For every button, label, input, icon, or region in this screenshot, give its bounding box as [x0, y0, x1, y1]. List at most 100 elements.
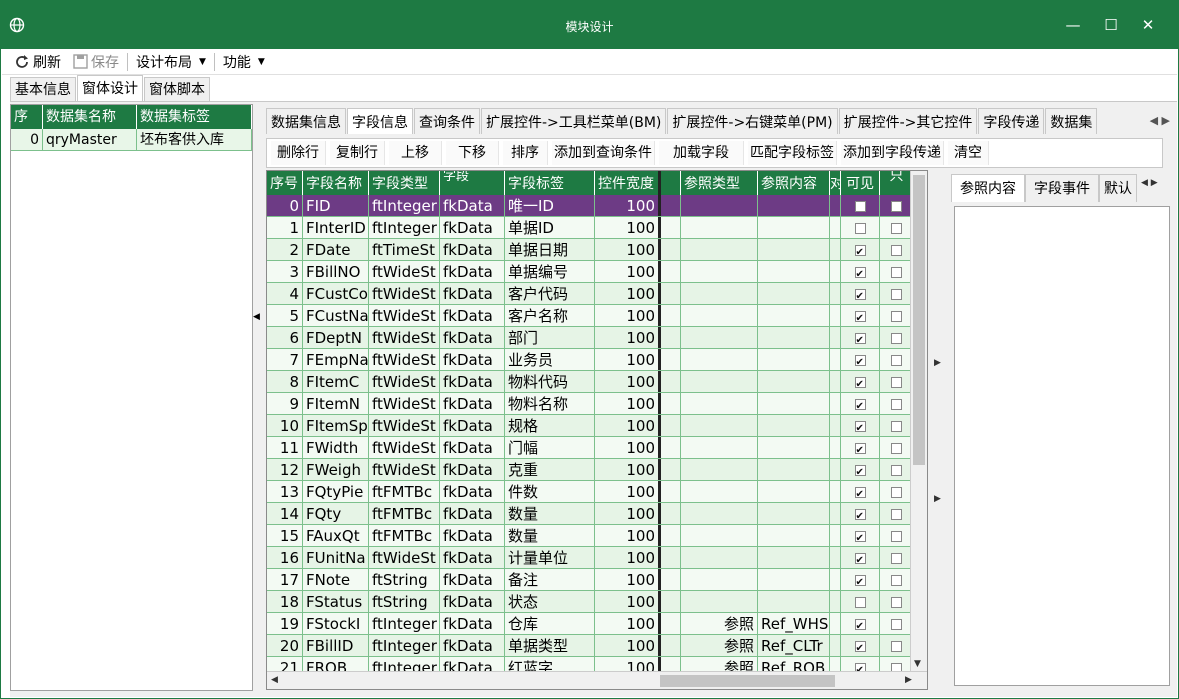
field-grid-vscrollbar[interactable]: ▼ [910, 171, 927, 671]
expand-right-icon[interactable]: ▶ [934, 494, 941, 504]
col-header-ref-content[interactable]: 参照内容 [758, 171, 830, 195]
readonly-checkbox[interactable] [891, 267, 902, 278]
table-row[interactable]: 14 FQty ftFMTBc fkData 数量 100 [267, 503, 927, 525]
col-header-blank[interactable] [661, 171, 681, 195]
col-header-field-type[interactable]: 字段类型 [369, 171, 440, 195]
visible-checkbox[interactable] [854, 330, 866, 348]
table-row[interactable]: 5 FCustNa ftWideSt fkData 客户名称 100 [267, 305, 927, 327]
table-row[interactable]: 8 FItemC ftWideSt fkData 物料代码 100 [267, 371, 927, 393]
visible-checkbox[interactable] [854, 201, 866, 212]
col-header-control-width[interactable]: 控件宽度 [595, 171, 661, 195]
readonly-checkbox[interactable] [891, 377, 902, 388]
table-row[interactable]: 2 FDate ftTimeSt fkData 单据日期 100 [267, 239, 927, 261]
tab-ref-content[interactable]: 参照内容 [951, 174, 1025, 202]
reference-content-area[interactable] [954, 206, 1170, 686]
vscroll-thumb[interactable] [913, 175, 925, 465]
table-row[interactable]: 20 FBillID ftInteger fkData 单据类型 100 参照 Ref_CLT… [267, 635, 927, 657]
minimize-button[interactable]: — [1058, 11, 1088, 39]
tab-query-conditions[interactable]: 查询条件 [414, 108, 480, 134]
visible-checkbox[interactable] [854, 264, 866, 282]
col-header-ref-type[interactable]: 参照类型 [681, 171, 758, 195]
col-header-align[interactable]: 对 [830, 171, 841, 195]
table-row[interactable]: 12 FWeigh ftWideSt fkData 克重 100 [267, 459, 927, 481]
readonly-checkbox[interactable] [891, 531, 902, 542]
readonly-checkbox[interactable] [891, 223, 902, 234]
readonly-checkbox[interactable] [891, 443, 902, 454]
table-row[interactable]: 15 FAuxQt ftFMTBc fkData 数量 100 [267, 525, 927, 547]
refresh-button[interactable]: 刷新 [8, 51, 67, 73]
table-row[interactable]: 11 FWidth ftWideSt fkData 门幅 100 [267, 437, 927, 459]
visible-checkbox[interactable] [854, 242, 866, 260]
visible-checkbox[interactable] [854, 572, 866, 590]
visible-checkbox[interactable] [854, 597, 866, 608]
field-grid-hscrollbar[interactable]: ◀ ▶ [267, 671, 927, 689]
table-row[interactable]: 4 FCustCo ftWideSt fkData 客户代码 100 [267, 283, 927, 305]
match-field-labels-button[interactable]: 匹配字段标签 [748, 141, 837, 165]
readonly-checkbox[interactable] [891, 311, 902, 322]
maximize-button[interactable]: ☐ [1096, 11, 1126, 39]
tab-form-design[interactable]: 窗体设计 [77, 75, 143, 101]
tab-dataset-info[interactable]: 数据集信息 [266, 108, 346, 134]
tab-field-events[interactable]: 字段事件 [1025, 174, 1099, 202]
move-up-button[interactable]: 上移 [389, 141, 442, 165]
readonly-checkbox[interactable] [891, 355, 902, 366]
table-row[interactable]: 9 FItemN ftWideSt fkData 物料名称 100 [267, 393, 927, 415]
readonly-checkbox[interactable] [891, 245, 902, 256]
close-button[interactable]: ✕ [1133, 11, 1163, 39]
readonly-checkbox[interactable] [891, 641, 902, 652]
visible-checkbox[interactable] [854, 550, 866, 568]
save-button[interactable]: 保存 [67, 51, 125, 73]
tab-scroll-arrows-icon[interactable]: ◀ ▶ [1141, 178, 1158, 202]
table-row[interactable]: 6 FDeptN ftWideSt fkData 部门 100 [267, 327, 927, 349]
readonly-checkbox[interactable] [891, 399, 902, 410]
right-splitter[interactable]: ▶ ▶ [930, 170, 944, 690]
expand-right-icon[interactable]: ▶ [934, 358, 941, 368]
collapse-left-icon[interactable]: ◀ [253, 312, 260, 322]
tab-form-script[interactable]: 窗体脚本 [144, 77, 210, 101]
copy-row-button[interactable]: 复制行 [330, 141, 385, 165]
tab-context-menu[interactable]: 扩展控件->右键菜单(PM) [667, 108, 838, 134]
load-fields-button[interactable]: 加载字段 [659, 141, 744, 165]
visible-checkbox[interactable] [854, 616, 866, 634]
readonly-checkbox[interactable] [891, 465, 902, 476]
col-header-visible[interactable]: 可见 [841, 171, 880, 195]
visible-checkbox[interactable] [854, 396, 866, 414]
tab-other-controls[interactable]: 扩展控件->其它控件 [838, 108, 978, 134]
col-header-readonly[interactable]: 只 [880, 171, 914, 195]
function-menu[interactable]: 功能 ▼ [217, 51, 271, 73]
readonly-checkbox[interactable] [891, 487, 902, 498]
visible-checkbox[interactable] [854, 484, 866, 502]
visible-checkbox[interactable] [854, 352, 866, 370]
table-row[interactable]: 18 FStatus ftString fkData 状态 100 [267, 591, 927, 613]
tab-toolbar-menu[interactable]: 扩展控件->工具栏菜单(BM) [481, 108, 667, 134]
table-row[interactable]: 3 FBillNO ftWideSt fkData 单据编号 100 [267, 261, 927, 283]
col-header-field-name[interactable]: 字段名称 [303, 171, 369, 195]
table-row[interactable]: 21 FROB ftInteger fkData 红蓝字 100 参照 Ref_ROB [267, 657, 927, 671]
visible-checkbox[interactable] [854, 418, 866, 436]
table-row[interactable]: 1 FInterID ftInteger fkData 单据ID 100 [267, 217, 927, 239]
tab-scroll-arrows-icon[interactable]: ◀ ▶ [1146, 114, 1173, 127]
table-row[interactable]: 17 FNote ftString fkData 备注 100 [267, 569, 927, 591]
tab-field-transfer[interactable]: 字段传递 [978, 108, 1045, 134]
readonly-checkbox[interactable] [891, 553, 902, 564]
visible-checkbox[interactable] [854, 223, 866, 234]
col-header-seq[interactable]: 序号 [267, 171, 303, 195]
tab-field-info[interactable]: 字段信息 [347, 108, 413, 134]
readonly-checkbox[interactable] [891, 333, 902, 344]
readonly-checkbox[interactable] [891, 619, 902, 630]
hscroll-thumb[interactable] [660, 675, 835, 687]
tab-defaults[interactable]: 默认 [1099, 174, 1137, 202]
visible-checkbox[interactable] [854, 506, 866, 524]
table-row[interactable]: 7 FEmpNa ftWideSt fkData 业务员 100 [267, 349, 927, 371]
visible-checkbox[interactable] [854, 528, 866, 546]
move-down-button[interactable]: 下移 [446, 141, 499, 165]
visible-checkbox[interactable] [854, 462, 866, 480]
readonly-checkbox[interactable] [891, 663, 902, 671]
visible-checkbox[interactable] [854, 660, 866, 671]
readonly-checkbox[interactable] [891, 575, 902, 586]
table-row[interactable]: 16 FUnitNa ftWideSt fkData 计量单位 100 [267, 547, 927, 569]
col-header-field-kind[interactable]: 字段 [440, 171, 505, 195]
readonly-checkbox[interactable] [891, 597, 902, 608]
tab-dataset-more[interactable]: 数据集 [1045, 108, 1098, 134]
readonly-checkbox[interactable] [891, 421, 902, 432]
